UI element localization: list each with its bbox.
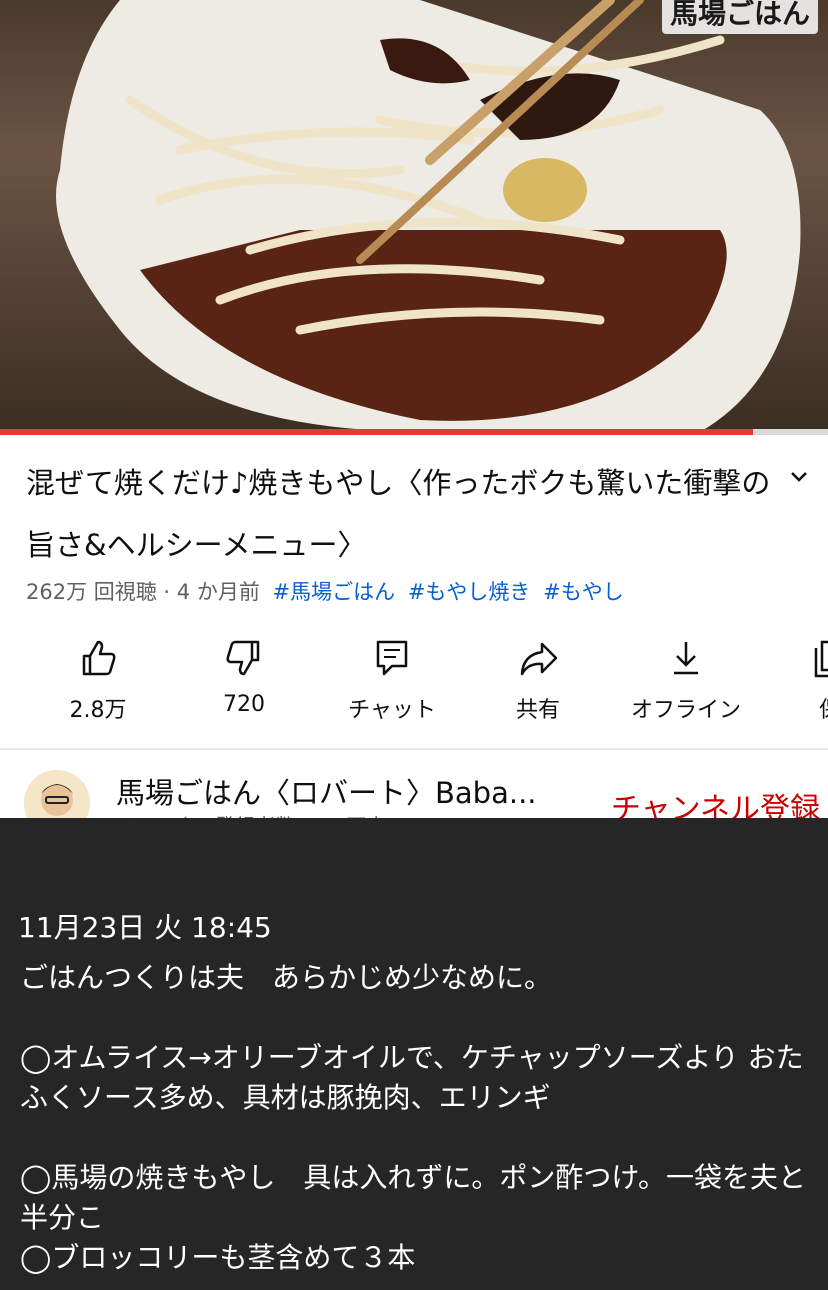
share-label: 共有: [515, 698, 560, 723]
video-progress-fill: [0, 429, 754, 435]
offline-label: オフライン: [630, 698, 741, 723]
note-text[interactable]: ごはんつくりは夫 あらかじめ少なめに。 ◯オムライス→オリーブオイルで、ケチャッ…: [20, 958, 810, 1278]
divider: [0, 748, 828, 750]
subscriber-count: チャンネル登録者数 57.5万人: [116, 810, 386, 818]
chat-icon: [376, 640, 408, 676]
note-timestamp: 11月23日 火 18:45: [18, 911, 272, 944]
thumbs-down-icon: [226, 640, 260, 676]
dislike-count: 720: [223, 692, 265, 717]
video-progress-bar[interactable]: [0, 429, 828, 435]
dislike-button[interactable]: 720: [174, 632, 314, 717]
video-title[interactable]: 混ぜて焼くだけ♪焼きもやし〈作ったボクも驚いた衝撃の旨さ&ヘルシーメニュー〉: [26, 452, 786, 576]
note-panel: 11月23日 火 18:45 ごはんつくりは夫 あらかじめ少なめに。 ◯オムライ…: [0, 818, 828, 1290]
avatar[interactable]: [24, 770, 90, 818]
channel-avatar-image: [24, 770, 90, 818]
video-meta: 262万 回視聴 · 4 か月前 #馬場ごはん #もやし焼き #もやし: [26, 576, 624, 606]
download-icon: [674, 642, 698, 675]
offline-button[interactable]: オフライン: [616, 632, 756, 724]
subscribe-button[interactable]: チャンネル登録: [611, 784, 820, 818]
share-button[interactable]: 共有: [468, 632, 608, 724]
video-player[interactable]: 馬場ごはん: [0, 0, 828, 432]
save-icon: [814, 640, 828, 678]
save-label: 保: [760, 692, 828, 724]
hashtag-link[interactable]: #もやし焼き: [408, 580, 531, 604]
hashtag-link[interactable]: #馬場ごはん: [273, 580, 396, 604]
share-icon: [520, 642, 558, 676]
action-bar: 2.8万 720 チャット 共有 オフライン 保: [0, 632, 828, 732]
video-frame-image: [56, 0, 801, 432]
hashtag-link[interactable]: #もやし: [543, 580, 624, 604]
chevron-down-icon[interactable]: [784, 462, 814, 492]
like-button[interactable]: 2.8万: [28, 632, 168, 724]
channel-row[interactable]: 馬場ごはん〈ロバート〉Baba... チャンネル登録者数 57.5万人 チャンネ…: [0, 752, 828, 818]
like-count: 2.8万: [69, 698, 127, 723]
save-button[interactable]: 保: [760, 632, 828, 724]
channel-name[interactable]: 馬場ごはん〈ロバート〉Baba...: [116, 770, 537, 812]
view-count: 262万 回視聴 · 4 か月前: [26, 580, 260, 604]
chat-button[interactable]: チャット: [322, 632, 462, 724]
channel-watermark: 馬場ごはん: [661, 0, 818, 34]
chat-label: チャット: [348, 698, 436, 723]
thumbs-up-icon: [82, 640, 116, 676]
